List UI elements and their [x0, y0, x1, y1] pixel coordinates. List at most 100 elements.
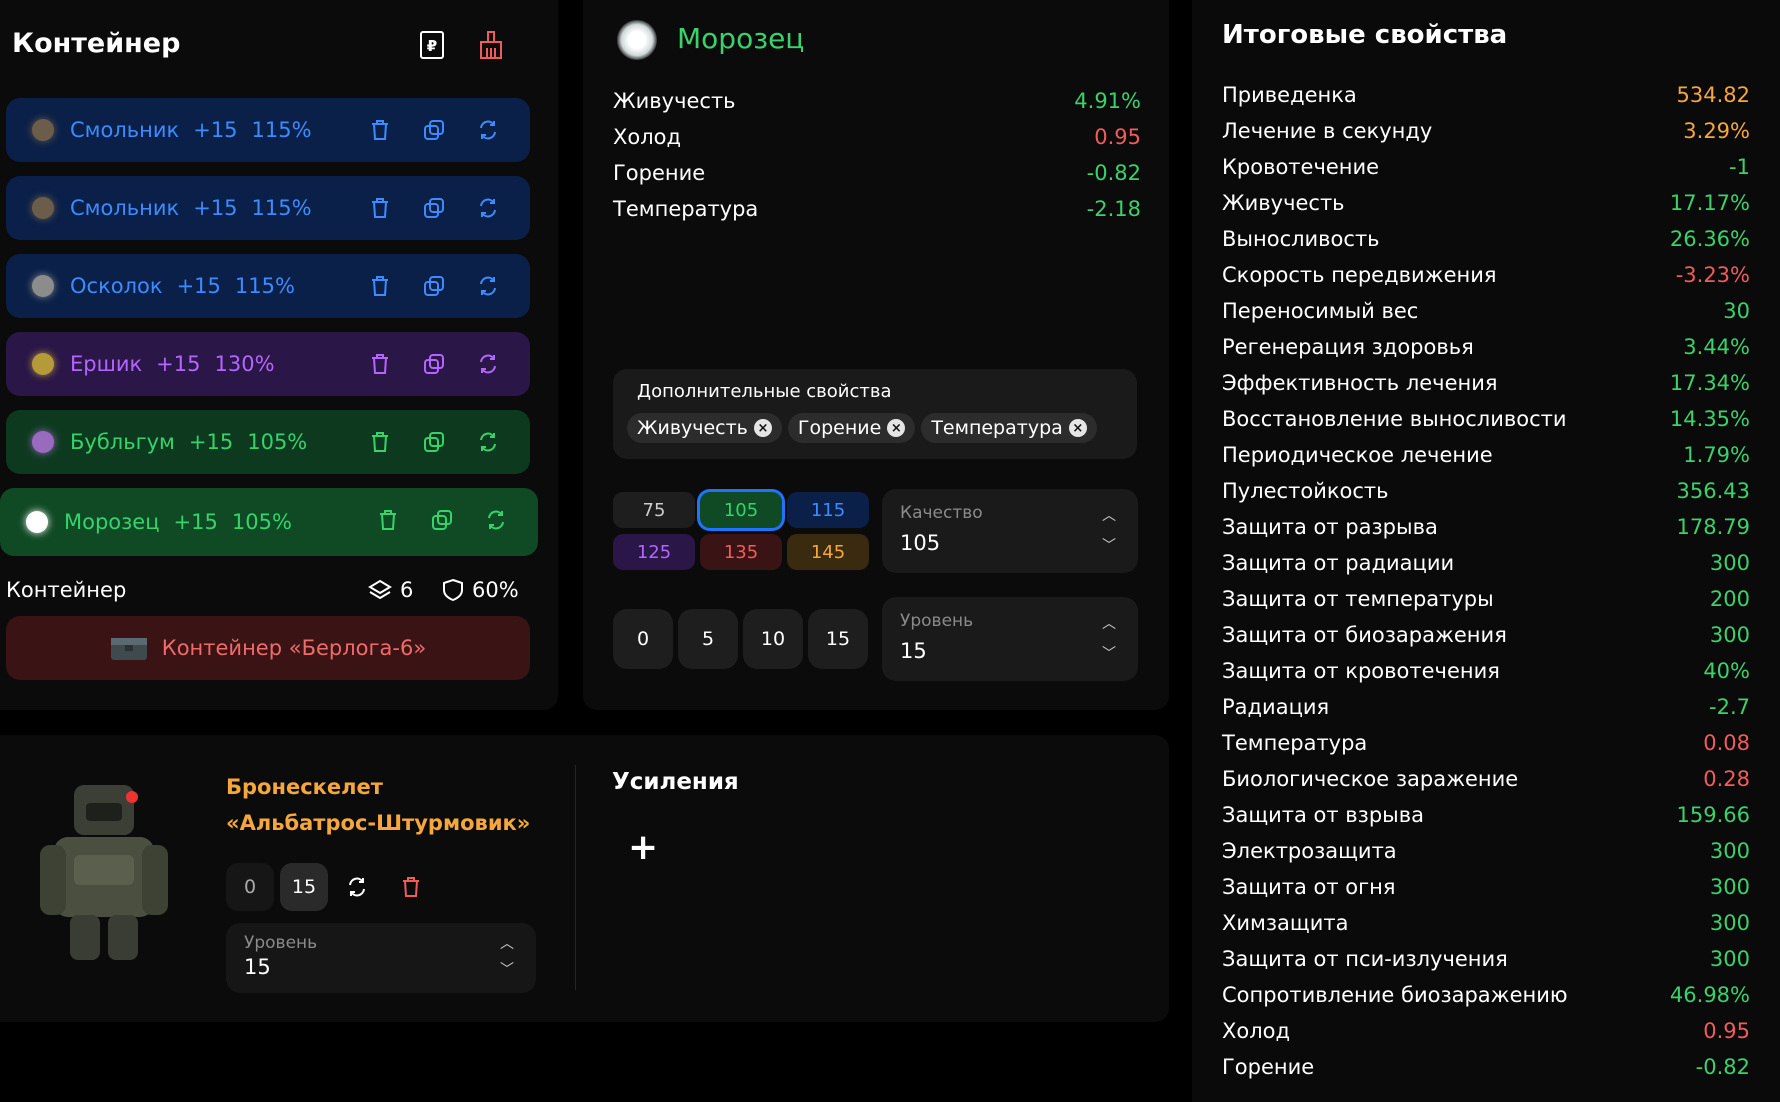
copy-icon[interactable]	[420, 350, 448, 378]
artifact-slot[interactable]: Ершик +15 130%	[6, 332, 530, 396]
total-property-label: Радиация	[1222, 695, 1330, 719]
quality-option-button[interactable]: 115	[787, 492, 869, 528]
total-property-value: -3.23%	[1675, 263, 1750, 287]
total-property-row: Температура 0.08	[1222, 731, 1750, 755]
armor-level-0-button[interactable]: 0	[226, 863, 274, 911]
total-property-row: Защита от кровотечения 40%	[1222, 659, 1750, 683]
copy-icon[interactable]	[428, 506, 456, 534]
refresh-icon[interactable]	[474, 428, 502, 456]
stat-row: Горение -0.82	[613, 161, 1141, 185]
total-property-label: Защита от кровотечения	[1222, 659, 1500, 683]
total-property-row: Защита от температуры 200	[1222, 587, 1750, 611]
chevron-up-icon[interactable]: ︿	[1102, 613, 1116, 633]
artifact-slot[interactable]: Осколок +15 115%	[6, 254, 530, 318]
total-property-row: Биологическое заражение 0.28	[1222, 767, 1750, 791]
total-property-value: 1.79%	[1683, 443, 1750, 467]
chevron-down-icon[interactable]: ﹀	[1102, 535, 1116, 555]
total-property-row: Периодическое лечение 1.79%	[1222, 443, 1750, 467]
chevron-up-icon[interactable]: ︿	[1102, 505, 1116, 525]
artifact-thumb-icon	[28, 271, 58, 301]
container-select-button[interactable]: Контейнер «Берлога-6»	[6, 616, 530, 680]
stat-value: 4.91%	[1074, 89, 1141, 113]
quality-option-button[interactable]: 105	[700, 492, 782, 528]
trash-icon[interactable]	[394, 870, 428, 904]
copy-icon[interactable]	[420, 194, 448, 222]
total-property-label: Кровотечение	[1222, 155, 1380, 179]
remove-chip-icon[interactable]: ×	[1068, 419, 1087, 437]
chevron-down-icon[interactable]: ﹀	[1102, 643, 1116, 663]
quality-label: Качество	[900, 503, 983, 523]
property-chip[interactable]: Температура ×	[921, 413, 1097, 443]
total-property-value: 0.95	[1703, 1019, 1750, 1043]
total-property-label: Приведенка	[1222, 83, 1357, 107]
copy-icon[interactable]	[420, 116, 448, 144]
total-property-label: Защита от биозаражения	[1222, 623, 1507, 647]
slot-quality: 115%	[251, 118, 312, 142]
total-property-label: Химзащита	[1222, 911, 1349, 935]
total-property-row: Сопротивление биозаражению 46.98%	[1222, 983, 1750, 1007]
trash-icon[interactable]	[374, 506, 402, 534]
price-icon[interactable]: ₽	[415, 28, 449, 62]
property-chip[interactable]: Живучесть ×	[627, 413, 782, 443]
artifact-slot[interactable]: Смольник +15 115%	[6, 98, 530, 162]
level-option-button[interactable]: 15	[808, 609, 868, 669]
total-property-row: Кровотечение -1	[1222, 155, 1750, 179]
level-option-button[interactable]: 5	[678, 609, 738, 669]
level-select[interactable]: Уровень 15 ︿ ﹀	[882, 597, 1138, 681]
total-property-row: Восстановление выносливости 14.35%	[1222, 407, 1750, 431]
trash-icon[interactable]	[366, 428, 394, 456]
property-chip[interactable]: Горение ×	[787, 413, 916, 443]
level-option-button[interactable]: 0	[613, 609, 673, 669]
artifact-slot[interactable]: Морозец +15 105%	[0, 488, 538, 556]
slot-name: Смольник	[70, 118, 180, 142]
armor-level-select[interactable]: Уровень 15 ︿ ﹀	[226, 923, 536, 993]
total-property-value: 0.28	[1703, 767, 1750, 791]
remove-chip-icon[interactable]: ×	[887, 419, 906, 437]
artifact-name: Морозец	[677, 22, 805, 55]
total-property-value: 300	[1709, 839, 1750, 863]
refresh-icon[interactable]	[482, 506, 510, 534]
stat-label: Температура	[613, 197, 759, 221]
trash-icon[interactable]	[366, 194, 394, 222]
total-property-row: Лечение в секунду 3.29%	[1222, 119, 1750, 143]
stat-row: Температура -2.18	[613, 197, 1141, 221]
container-title: Контейнер	[12, 28, 181, 59]
total-property-value: 3.29%	[1683, 119, 1750, 143]
add-boost-button[interactable]: +	[628, 827, 658, 868]
total-property-label: Скорость передвижения	[1222, 263, 1497, 287]
copy-icon[interactable]	[420, 428, 448, 456]
chevron-down-icon[interactable]: ﹀	[500, 959, 514, 979]
stat-label: Холод	[613, 125, 682, 149]
quality-option-button[interactable]: 75	[613, 492, 695, 528]
armor-level-15-button[interactable]: 15	[280, 863, 328, 911]
refresh-icon[interactable]	[474, 350, 502, 378]
total-property-row: Химзащита 300	[1222, 911, 1750, 935]
quality-option-button[interactable]: 135	[700, 534, 782, 570]
remove-chip-icon[interactable]: ×	[753, 419, 772, 437]
artifact-slot[interactable]: Бубльгум +15 105%	[6, 410, 530, 474]
divider	[575, 765, 576, 990]
protection-value: 60%	[442, 578, 519, 602]
trash-icon[interactable]	[366, 116, 394, 144]
refresh-icon[interactable]	[474, 194, 502, 222]
total-property-value: 3.44%	[1683, 335, 1750, 359]
total-property-label: Защита от взрыва	[1222, 803, 1424, 827]
chevron-up-icon[interactable]: ︿	[500, 933, 514, 953]
quality-select[interactable]: Качество 105 ︿ ﹀	[882, 489, 1138, 573]
refresh-icon[interactable]	[474, 116, 502, 144]
quality-option-button[interactable]: 125	[613, 534, 695, 570]
extra-properties-box: Дополнительные свойства Живучесть × Горени…	[613, 369, 1137, 459]
clear-brush-icon[interactable]	[474, 28, 508, 62]
artifact-slot[interactable]: Смольник +15 115%	[6, 176, 530, 240]
level-option-button[interactable]: 10	[743, 609, 803, 669]
trash-icon[interactable]	[366, 272, 394, 300]
total-property-value: 40%	[1703, 659, 1750, 683]
quality-option-button[interactable]: 145	[787, 534, 869, 570]
level-label: Уровень	[900, 611, 974, 631]
copy-icon[interactable]	[420, 272, 448, 300]
trash-icon[interactable]	[366, 350, 394, 378]
armor-image	[34, 775, 174, 965]
refresh-icon[interactable]	[340, 870, 374, 904]
extra-properties-title: Дополнительные свойства	[637, 381, 892, 402]
refresh-icon[interactable]	[474, 272, 502, 300]
